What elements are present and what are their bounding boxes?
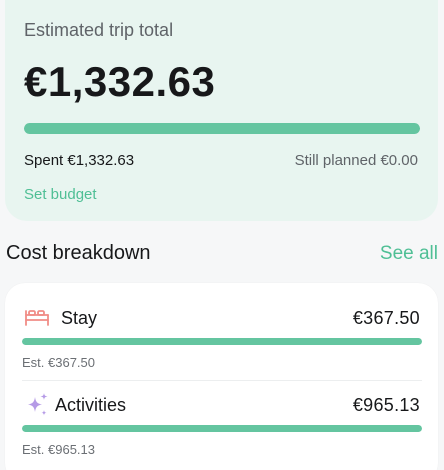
category-progress-bar [22, 425, 422, 432]
category-name: Stay [61, 308, 98, 328]
cost-breakdown-title: Cost breakdown [6, 242, 151, 264]
divider [22, 380, 422, 381]
set-budget-link[interactable]: Set budget [24, 186, 97, 203]
category-estimate: Est. €367.50 [22, 355, 95, 370]
summary-title: Estimated trip total [24, 20, 174, 40]
trip-total-card: Estimated trip total €1,332.63 Spent €1,… [5, 0, 438, 221]
spent-progress-fill [24, 123, 420, 134]
category-estimate: Est. €965.13 [22, 442, 95, 457]
see-all-link[interactable]: See all [380, 243, 438, 265]
category-row-stay[interactable]: Stay €367.50 Est. €367.50 [5, 283, 438, 373]
category-amount: €367.50 [352, 308, 420, 328]
category-amount: €965.13 [352, 395, 420, 415]
trip-total-amount: €1,332.63 [24, 58, 216, 105]
bed-icon [23, 304, 51, 332]
sparkles-icon [23, 391, 51, 419]
category-progress-fill [22, 425, 422, 432]
spent-label: Spent €1,332.63 [24, 152, 135, 169]
cost-breakdown-card: Stay €367.50 Est. €367.50 Activities €96… [5, 283, 438, 470]
spent-progress-bar [24, 123, 420, 134]
category-row-activities[interactable]: Activities €965.13 Est. €965.13 [5, 383, 438, 470]
still-planned-label: Still planned €0.00 [294, 152, 418, 169]
category-progress-bar [22, 338, 422, 345]
category-progress-fill [22, 338, 422, 345]
trip-cost-screen: Estimated trip total €1,332.63 Spent €1,… [0, 0, 444, 470]
category-name: Activities [55, 395, 127, 415]
